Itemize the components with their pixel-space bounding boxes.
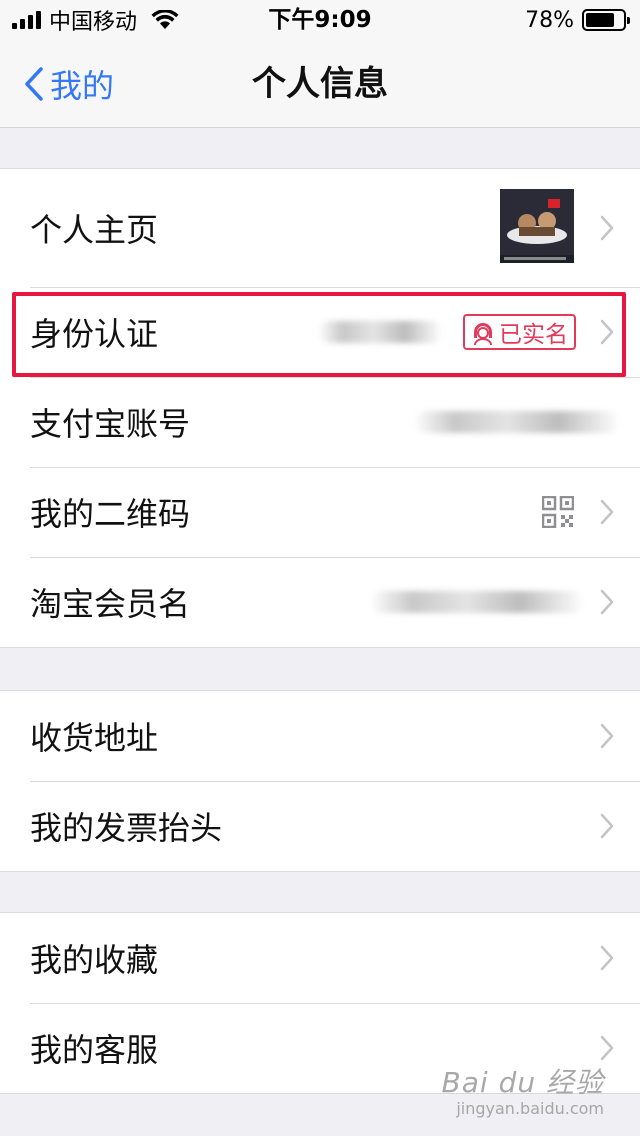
list-row-qr-code[interactable]: 我的二维码 [0,467,640,557]
list-row-invoice-title[interactable]: 我的发票抬头 [0,781,640,871]
list-row-homepage[interactable]: 个人主页 [0,169,640,287]
verified-badge: 已实名 [463,314,576,350]
watermark: Bai du 经验 jingyan.baidu.com [442,1061,604,1118]
chevron-right-icon [600,813,614,839]
qr-code-icon [542,496,574,528]
battery-icon [582,9,630,31]
status-bar: 中国移动 下午9:09 78% [0,0,640,40]
verified-badge-label: 已实名 [499,322,568,348]
chevron-right-icon [600,723,614,749]
battery-percent: 78% [525,7,574,33]
row-label: 收货地址 [30,719,159,757]
row-label: 我的发票抬头 [30,809,223,847]
list-row-alipay-account[interactable]: 支付宝账号 [0,377,640,467]
watermark-main: Bai du 经验 [441,1066,604,1099]
list-row-taobao-name[interactable]: 淘宝会员名 [0,557,640,647]
blurred-value [318,321,442,343]
user-avatar-icon [474,323,492,346]
chevron-right-icon [600,499,614,525]
chevron-right-icon [600,945,614,971]
avatar [500,189,574,263]
list-row-identity[interactable]: 身份认证 已实名 [0,287,640,377]
chevron-left-icon [25,67,43,101]
address-group: 收货地址 我的发票抬头 [0,690,640,872]
list-row-favorites[interactable]: 我的收藏 [0,913,640,1003]
screen: 中国移动 下午9:09 78% 我的 个人信息 个人主页 身份认证 已实名 支付… [0,0,640,1136]
chevron-right-icon [600,215,614,241]
blurred-value [370,591,584,613]
back-label: 我的 [50,67,115,105]
profile-group: 个人主页 身份认证 已实名 支付宝账号 我的二维码 淘宝会员名 [0,168,640,648]
row-label: 淘宝会员名 [30,585,191,623]
blurred-value [414,411,620,433]
row-label: 身份认证 [30,315,159,353]
row-label: 我的客服 [30,1031,159,1069]
watermark-sub: jingyan.baidu.com [456,1099,604,1118]
back-button[interactable]: 我的 [24,40,114,128]
row-label: 我的二维码 [30,495,191,533]
row-label: 支付宝账号 [30,405,191,443]
chevron-right-icon [600,319,614,345]
list-row-shipping-address[interactable]: 收货地址 [0,691,640,781]
chevron-right-icon [600,589,614,615]
row-label: 个人主页 [30,211,159,249]
nav-bar: 我的 个人信息 [0,40,640,128]
battery-fill [586,13,615,27]
chevron-right-icon [600,1035,614,1061]
row-label: 我的收藏 [30,941,159,979]
status-right: 78% [525,0,630,40]
